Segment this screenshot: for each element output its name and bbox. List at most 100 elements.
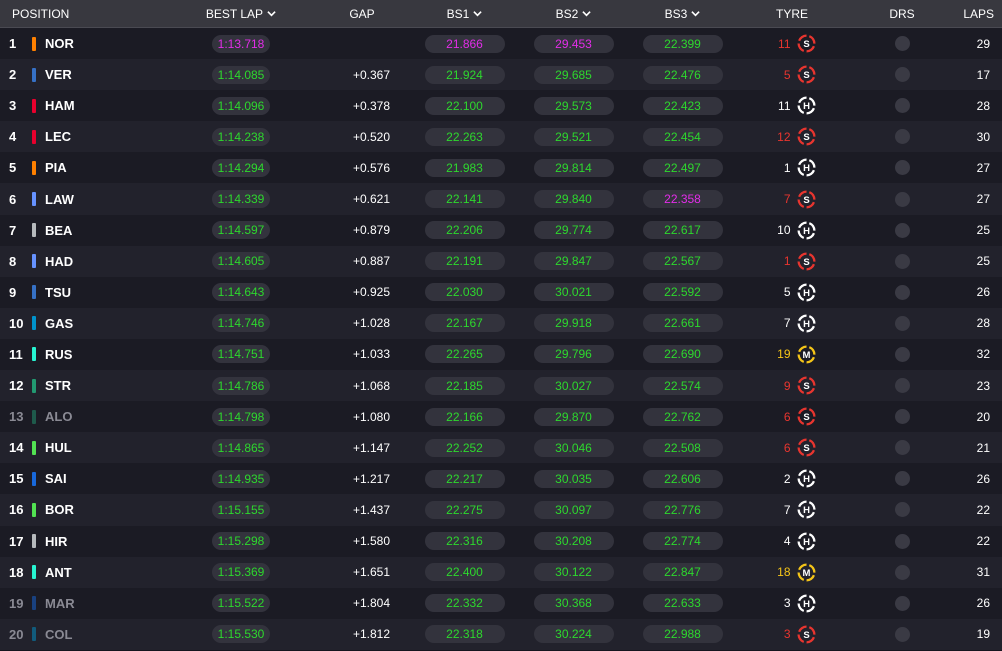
drs-indicator xyxy=(894,129,910,145)
driver-cell[interactable]: ANT xyxy=(32,557,182,588)
driver-cell[interactable]: HIR xyxy=(32,526,182,557)
table-row[interactable]: 13 ALO 1:14.798 +1.080 22.166 29.870 22.762 6 S 2… xyxy=(0,401,1002,433)
driver-cell[interactable]: STR xyxy=(32,370,182,401)
driver-cell[interactable]: TSU xyxy=(32,277,182,308)
svg-text:S: S xyxy=(803,70,809,81)
hard-tyre-icon: H xyxy=(796,532,816,551)
header-position[interactable]: POSITION xyxy=(0,0,182,27)
table-row[interactable]: 9 TSU 1:14.643 +0.925 22.030 30.021 22.592 5 H 26 xyxy=(0,276,1002,308)
driver-cell[interactable]: BOR xyxy=(32,494,182,525)
tyre-age: 6 xyxy=(783,440,791,455)
chevron-down-icon xyxy=(582,11,592,17)
driver-cell[interactable]: GAS xyxy=(32,308,182,339)
table-row[interactable]: 5 PIA 1:14.294 +0.576 21.983 29.814 22.497 1 H 27 xyxy=(0,152,1002,184)
bs3-time: 22.454 xyxy=(642,127,723,146)
tyre-cell: 4H xyxy=(737,526,847,557)
table-row[interactable]: 10 GAS 1:14.746 +1.028 22.167 29.918 22.661 7 H 2… xyxy=(0,307,1002,339)
table-row[interactable]: 16 BOR 1:15.155 +1.437 22.275 30.097 22.776 7 H 2… xyxy=(0,494,1002,526)
best-lap-cell: 1:15.369 xyxy=(182,557,300,588)
bs3-time: 22.606 xyxy=(642,469,723,488)
header-bs2[interactable]: BS2 xyxy=(519,0,628,27)
header-bs3[interactable]: BS3 xyxy=(628,0,737,27)
header-gap[interactable]: GAP xyxy=(300,0,410,27)
table-row[interactable]: 11 RUS 1:14.751 +1.033 22.265 29.796 22.690 19 M… xyxy=(0,338,1002,371)
driver-code: BEA xyxy=(45,222,73,238)
laps-count: 20 xyxy=(976,409,990,424)
drs-cell xyxy=(847,463,957,494)
best-lap-cell: 1:14.798 xyxy=(182,401,300,432)
bs1-cell: 21.983 xyxy=(410,152,519,183)
table-row[interactable]: 14 HUL 1:14.865 +1.147 22.252 30.046 22.508 6 S 2… xyxy=(0,432,1002,464)
tyre-cell: 3S xyxy=(737,619,847,650)
bs1-time: 22.100 xyxy=(424,96,505,115)
drs-cell xyxy=(847,183,957,214)
tyre-age: 5 xyxy=(783,67,791,82)
bs1-cell: 22.166 xyxy=(410,401,519,432)
team-color-bar xyxy=(32,596,36,611)
bs3-cell: 22.476 xyxy=(628,59,737,90)
bs3-time: 22.847 xyxy=(642,563,723,582)
position-number: 16 xyxy=(9,502,24,518)
driver-cell[interactable]: HAM xyxy=(32,90,182,121)
position-number: 20 xyxy=(9,626,24,642)
header-tyre[interactable]: TYRE xyxy=(737,0,847,27)
gap-value: +0.367 xyxy=(352,67,390,82)
table-row[interactable]: 6 LAW 1:14.339 +0.621 22.141 29.840 22.358 7 S 27 xyxy=(0,183,1002,215)
table-row[interactable]: 20 COL 1:15.530 +1.812 22.318 30.224 22.988 3 S 1… xyxy=(0,618,1002,650)
table-row[interactable]: 3 HAM 1:14.096 +0.378 22.100 29.573 22.423 11 H 2… xyxy=(0,90,1002,122)
driver-cell[interactable]: COL xyxy=(32,619,182,650)
table-row[interactable]: 15 SAI 1:14.935 +1.217 22.217 30.035 22.606 2 H 2… xyxy=(0,463,1002,495)
best-lap-time: 1:15.155 xyxy=(211,500,271,519)
tyre-age: 12 xyxy=(777,129,791,144)
team-color-bar xyxy=(32,285,36,300)
driver-cell[interactable]: BEA xyxy=(32,215,182,246)
header-bs1[interactable]: BS1 xyxy=(410,0,519,27)
hard-tyre-icon: H xyxy=(796,158,816,177)
table-row[interactable]: 7 BEA 1:14.597 +0.879 22.206 29.774 22.617 10 H 2… xyxy=(0,214,1002,246)
table-row[interactable]: 2 VER 1:14.085 +0.367 21.924 29.685 22.476 5 S 17 xyxy=(0,59,1002,91)
team-color-bar xyxy=(32,316,36,331)
drs-indicator xyxy=(894,533,910,549)
bs2-cell: 30.046 xyxy=(519,432,628,463)
table-row[interactable]: 17 HIR 1:15.298 +1.580 22.316 30.208 22.774 4 H 2… xyxy=(0,525,1002,557)
header-laps[interactable]: LAPS xyxy=(957,0,1002,27)
position-number: 19 xyxy=(9,595,24,611)
header-best-lap[interactable]: BEST LAP xyxy=(182,0,300,27)
best-lap-time: 1:13.718 xyxy=(211,34,271,53)
table-row[interactable]: 4 LEC 1:14.238 +0.520 22.263 29.521 22.454 12 S 3… xyxy=(0,121,1002,153)
driver-cell[interactable]: ALO xyxy=(32,401,182,432)
driver-cell[interactable]: HAD xyxy=(32,246,182,277)
driver-cell[interactable]: NOR xyxy=(32,28,182,59)
table-row[interactable]: 19 MAR 1:15.522 +1.804 22.332 30.368 22.633 3 H 2… xyxy=(0,587,1002,619)
driver-cell[interactable]: PIA xyxy=(32,152,182,183)
team-color-bar xyxy=(32,565,36,580)
bs1-cell: 21.924 xyxy=(410,59,519,90)
bs1-cell: 22.400 xyxy=(410,557,519,588)
drs-indicator xyxy=(894,253,910,269)
drs-cell xyxy=(847,401,957,432)
driver-cell[interactable]: SAI xyxy=(32,463,182,494)
driver-cell[interactable]: HUL xyxy=(32,432,182,463)
driver-cell[interactable]: VER xyxy=(32,59,182,90)
bs1-time: 22.252 xyxy=(424,438,505,457)
gap-value: +0.887 xyxy=(352,254,390,269)
driver-code: RUS xyxy=(45,346,73,362)
table-row[interactable]: 8 HAD 1:14.605 +0.887 22.191 29.847 22.567 1 S 25 xyxy=(0,245,1002,277)
bs3-time: 22.633 xyxy=(642,594,723,613)
soft-tyre-icon: S xyxy=(796,438,816,457)
table-row[interactable]: 12 STR 1:14.786 +1.068 22.185 30.027 22.574 9 S 2… xyxy=(0,370,1002,402)
driver-cell[interactable]: LEC xyxy=(32,121,182,152)
bs3-cell: 22.633 xyxy=(628,588,737,619)
drs-cell xyxy=(847,370,957,401)
driver-cell[interactable]: MAR xyxy=(32,588,182,619)
driver-cell[interactable]: LAW xyxy=(32,183,182,214)
header-drs[interactable]: DRS xyxy=(847,0,957,27)
driver-cell[interactable]: RUS xyxy=(32,339,182,370)
tyre-age: 6 xyxy=(783,409,791,424)
driver-code: HAM xyxy=(45,98,75,114)
bs1-cell: 22.332 xyxy=(410,588,519,619)
bs3-cell: 22.574 xyxy=(628,370,737,401)
svg-text:H: H xyxy=(803,319,810,330)
table-row[interactable]: 18 ANT 1:15.369 +1.651 22.400 30.122 22.847 18 M… xyxy=(0,556,1002,588)
table-row[interactable]: 1 NOR 1:13.718 21.866 29.453 22.399 11 S 29 xyxy=(0,28,1002,60)
